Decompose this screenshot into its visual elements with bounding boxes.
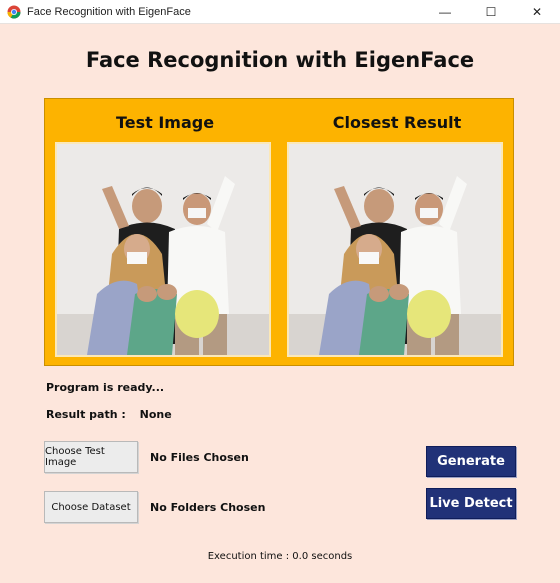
- test-image-status: No Files Chosen: [150, 451, 249, 464]
- maximize-button[interactable]: ☐: [468, 0, 514, 24]
- close-button[interactable]: ✕: [514, 0, 560, 24]
- generate-button[interactable]: Generate: [426, 446, 516, 477]
- choose-dataset-button[interactable]: Choose Dataset: [44, 491, 138, 523]
- dataset-status: No Folders Chosen: [150, 501, 266, 514]
- test-image-photo: [55, 142, 271, 357]
- page-title: Face Recognition with EigenFace: [85, 48, 475, 72]
- image-panel: Test Image Closest Result: [44, 98, 514, 366]
- window-controls: — ☐ ✕: [422, 0, 560, 24]
- result-path-label: Result path :: [46, 408, 126, 421]
- window-titlebar: Face Recognition with EigenFace — ☐ ✕: [0, 0, 560, 24]
- closest-result-photo: [287, 142, 503, 357]
- result-path-value: None: [139, 408, 172, 421]
- status-message: Program is ready...: [46, 381, 165, 394]
- chrome-app-icon: [7, 5, 21, 19]
- choose-test-image-button[interactable]: Choose Test Image: [44, 441, 138, 473]
- result-path: Result path : None: [46, 408, 172, 421]
- minimize-button[interactable]: —: [422, 0, 468, 24]
- execution-time: Execution time : 0.0 seconds: [207, 551, 353, 562]
- window-title: Face Recognition with EigenFace: [27, 5, 191, 18]
- closest-result-label: Closest Result: [332, 113, 462, 132]
- live-detect-button[interactable]: Live Detect: [426, 488, 516, 519]
- test-image-label: Test Image: [115, 113, 215, 132]
